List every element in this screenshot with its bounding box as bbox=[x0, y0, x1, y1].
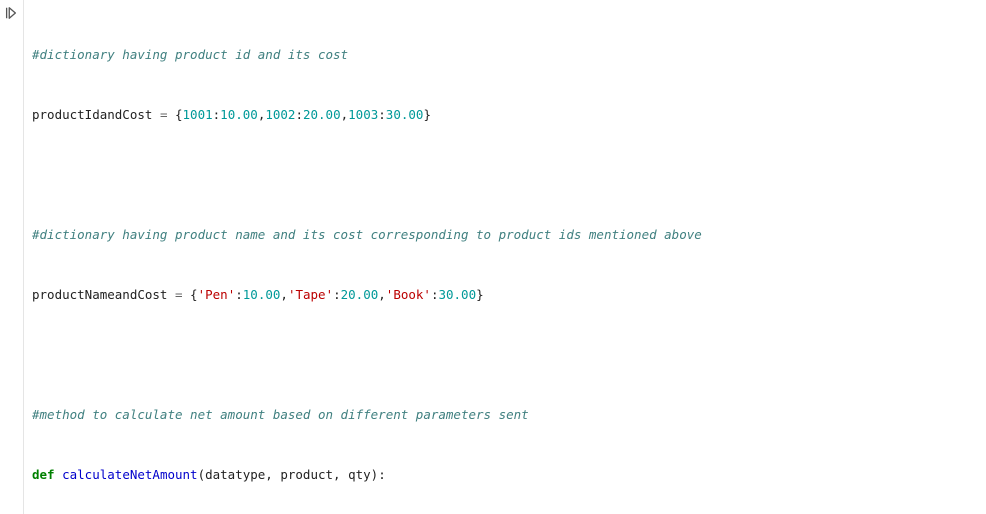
blank-line bbox=[32, 165, 978, 185]
comment: #method to calculate net amount based on… bbox=[32, 407, 529, 422]
keyword-def: def bbox=[32, 467, 55, 482]
code-line: productNameandCost = {'Pen':10.00,'Tape'… bbox=[32, 285, 978, 305]
code-editor[interactable]: #dictionary having product id and its co… bbox=[0, 0, 986, 514]
run-cell-icon[interactable] bbox=[4, 6, 18, 20]
blank-line bbox=[32, 345, 978, 365]
editor-gutter bbox=[0, 0, 24, 514]
function-name: calculateNetAmount bbox=[62, 467, 197, 482]
code-line: #method to calculate net amount based on… bbox=[32, 405, 978, 425]
code-line: #dictionary having product id and its co… bbox=[32, 45, 978, 65]
comment: #dictionary having product id and its co… bbox=[32, 47, 348, 62]
code-line: productIdandCost = {1001:10.00,1002:20.0… bbox=[32, 105, 978, 125]
code-line: def calculateNetAmount(datatype, product… bbox=[32, 465, 978, 485]
code-content[interactable]: #dictionary having product id and its co… bbox=[24, 0, 986, 514]
code-line: #dictionary having product name and its … bbox=[32, 225, 978, 245]
comment: #dictionary having product name and its … bbox=[32, 227, 702, 242]
